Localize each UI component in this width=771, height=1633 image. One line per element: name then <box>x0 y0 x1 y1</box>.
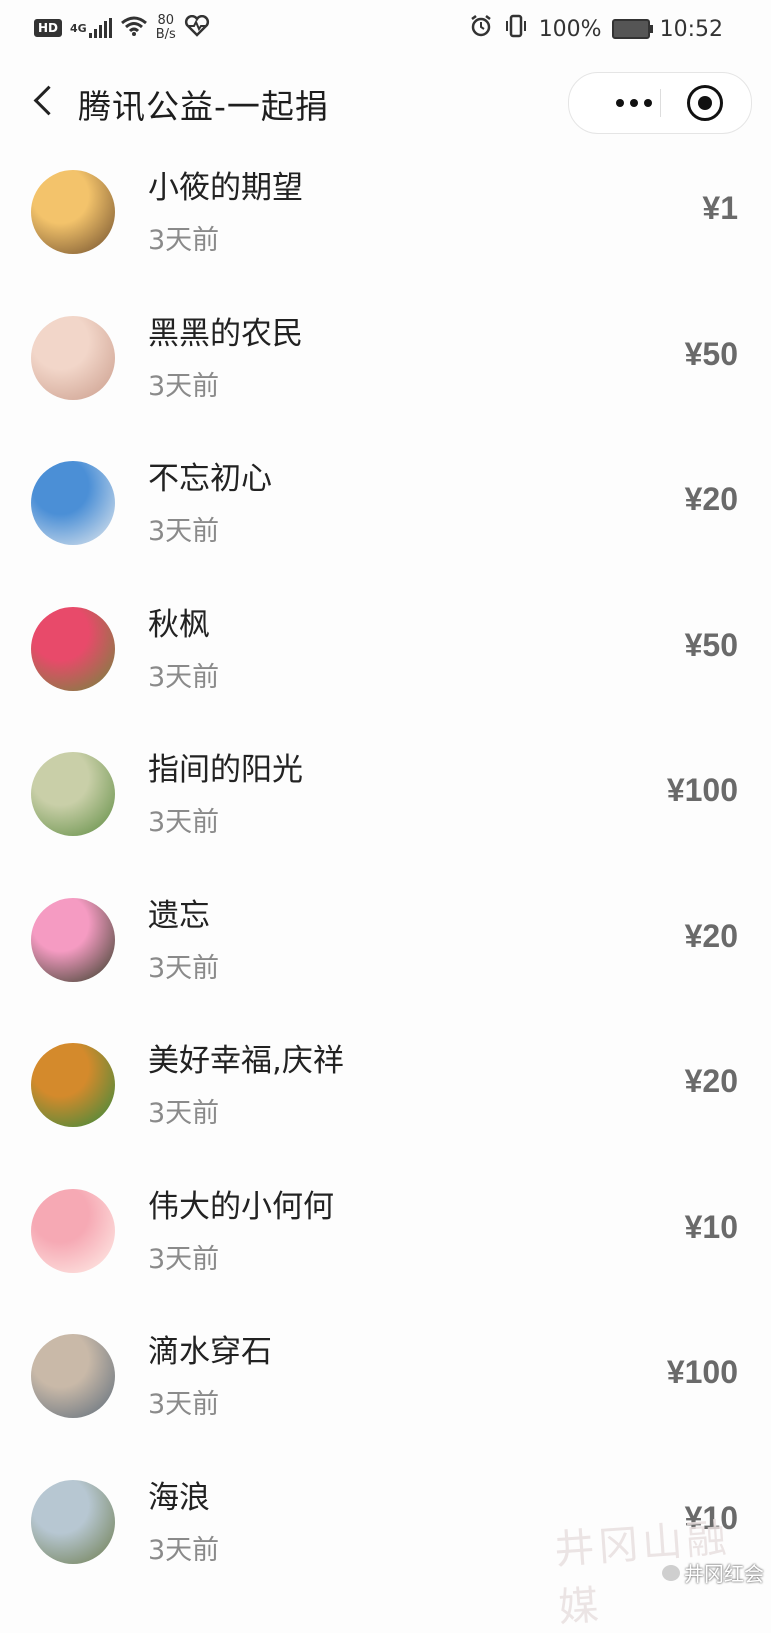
status-left: HD 4G 80 B/s <box>34 14 210 42</box>
donation-row[interactable]: 小筱的期望 3天前 ¥1 <box>0 138 771 284</box>
donation-amount: ¥50 <box>684 626 738 663</box>
donor-name: 伟大的小何何 <box>148 1188 334 1225</box>
donation-amount: ¥1 <box>702 190 738 226</box>
donor-name: 秋枫 <box>148 606 210 643</box>
donor-avatar[interactable] <box>31 897 115 982</box>
alarm-icon <box>469 14 493 44</box>
watermark-account: 井冈红会 <box>662 1558 764 1587</box>
donor-avatar[interactable] <box>31 315 115 400</box>
donor-name: 滴水穿石 <box>148 1334 272 1370</box>
close-miniprogram-icon[interactable] <box>687 85 723 121</box>
signal-icon <box>88 18 112 38</box>
status-bar: HD 4G 80 B/s 100% 10:52 <box>0 0 771 58</box>
donor-name: 美好幸福,庆祥 <box>148 1043 344 1079</box>
donation-time: 3天前 <box>148 1243 220 1275</box>
page-title: 腾讯公益-一起捐 <box>78 87 329 126</box>
wifi-icon <box>120 15 148 41</box>
donation-time: 3天前 <box>148 661 220 693</box>
status-right: 100% 10:52 <box>469 14 723 44</box>
donor-avatar[interactable] <box>31 1479 115 1564</box>
wechat-icon <box>662 1564 680 1581</box>
donation-amount: ¥50 <box>684 335 738 372</box>
heart-rate-icon <box>184 14 210 41</box>
donation-time: 3天前 <box>148 1389 220 1420</box>
donation-amount: ¥20 <box>684 917 738 954</box>
donation-list: 小筱的期望 3天前 ¥1 黑黑的农民 3天前 ¥50 不忘初心 3天前 ¥20 秋枫 3天前 ¥50 指… <box>0 138 771 1593</box>
donation-row[interactable]: 遗忘 3天前 ¥20 <box>0 866 771 1012</box>
donor-avatar[interactable] <box>31 461 115 545</box>
donor-avatar[interactable] <box>31 1043 115 1127</box>
donor-name: 黑黑的农民 <box>148 315 303 352</box>
donation-row[interactable]: 滴水穿石 3天前 ¥100 <box>0 1302 771 1448</box>
donor-name: 遗忘 <box>148 897 210 934</box>
donation-row[interactable]: 秋枫 3天前 ¥50 <box>0 575 771 721</box>
donor-name: 指间的阳光 <box>148 752 303 788</box>
donation-time: 3天前 <box>148 952 220 984</box>
nav-bar: 腾讯公益-一起捐 <box>0 70 771 134</box>
donation-time: 3天前 <box>148 1534 220 1566</box>
hd-badge: HD <box>34 19 63 37</box>
donation-time: 3天前 <box>148 225 220 256</box>
network-speed: 80 B/s <box>155 13 176 42</box>
donation-time: 3天前 <box>148 1098 220 1129</box>
donation-amount: ¥10 <box>684 1208 738 1245</box>
donation-time: 3天前 <box>148 516 220 547</box>
donation-amount: ¥20 <box>684 1063 738 1099</box>
donation-amount: ¥100 <box>666 1354 738 1390</box>
donation-amount: ¥20 <box>684 481 738 517</box>
battery-icon <box>611 19 653 39</box>
donation-amount: ¥100 <box>666 772 738 808</box>
donation-time: 3天前 <box>148 807 220 838</box>
capsule-divider <box>660 89 661 117</box>
donor-name: 小筱的期望 <box>148 170 303 206</box>
donor-avatar[interactable] <box>31 170 115 254</box>
donor-avatar[interactable] <box>31 1334 115 1418</box>
donation-row[interactable]: 伟大的小何何 3天前 ¥10 <box>0 1157 771 1303</box>
donation-row[interactable]: 不忘初心 3天前 ¥20 <box>0 429 771 575</box>
donation-row[interactable]: 指间的阳光 3天前 ¥100 <box>0 720 771 866</box>
donor-avatar[interactable] <box>31 1188 115 1273</box>
donation-time: 3天前 <box>148 370 220 402</box>
mini-program-capsule <box>568 72 752 134</box>
clock: 10:52 <box>659 16 723 42</box>
back-icon[interactable] <box>24 78 68 122</box>
vibrate-icon <box>503 14 529 44</box>
donor-avatar[interactable] <box>31 752 115 836</box>
donor-name: 海浪 <box>148 1479 210 1516</box>
more-icon[interactable] <box>589 73 679 133</box>
donor-avatar[interactable] <box>31 606 115 691</box>
network-type: 4G <box>70 21 87 35</box>
battery-percent: 100% <box>538 16 602 42</box>
donation-row[interactable]: 美好幸福,庆祥 3天前 ¥20 <box>0 1011 771 1157</box>
donation-row[interactable]: 黑黑的农民 3天前 ¥50 <box>0 284 771 430</box>
donor-name: 不忘初心 <box>148 461 272 497</box>
